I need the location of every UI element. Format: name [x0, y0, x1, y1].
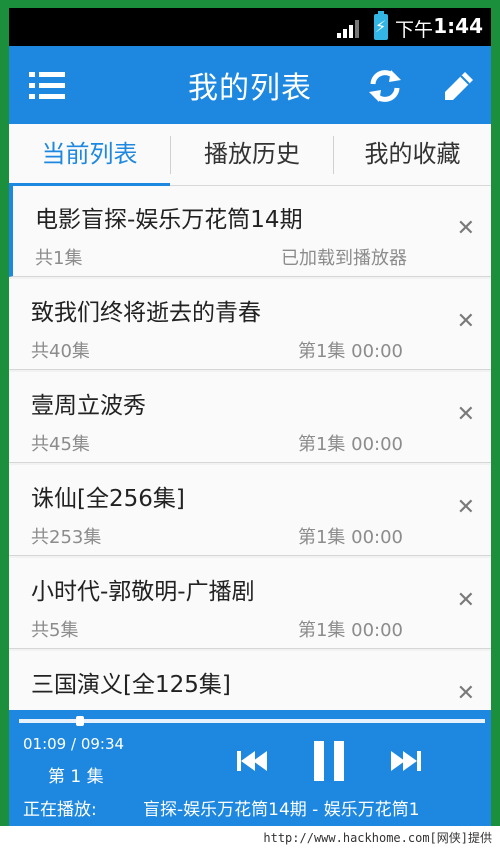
mini-player: 01:09 / 09:34 第 1 集 正在播放: 盲探-娱乐万花筒14期 - … — [9, 710, 491, 826]
tab-current-list[interactable]: 当前列表 — [9, 124, 170, 186]
tab-bar: 当前列表 播放历史 我的收藏 — [9, 124, 491, 186]
page-title: 我的列表 — [188, 71, 312, 106]
item-episode-count: 共45集 — [31, 434, 90, 455]
item-title: 电影盲探-娱乐万花筒14期 — [35, 207, 303, 233]
delete-icon[interactable]: ✕ — [457, 216, 475, 241]
status-time: 1:44 — [433, 14, 483, 38]
battery-charging-icon: ⚡ — [374, 11, 388, 40]
tab-play-history[interactable]: 播放历史 — [171, 124, 333, 185]
refresh-icon[interactable] — [365, 66, 405, 106]
item-episode-count: 共1集 — [35, 248, 83, 269]
current-episode: 第 1 集 — [48, 767, 104, 787]
delete-icon[interactable]: ✕ — [457, 495, 475, 520]
item-title: 小时代-郭敬明-广播剧 — [31, 579, 255, 605]
item-title: 致我们终将逝去的青春 — [31, 300, 261, 326]
phone-screen: ⚡ 下午 1:44 我的列表 当前列表 播放历史 我的收藏 电影盲探-娱乐万花筒… — [9, 8, 491, 826]
item-status: 第1集 00:00 — [297, 434, 403, 455]
now-playing-title: 盲探-娱乐万花筒14期 - 娱乐万花筒1 — [143, 800, 420, 820]
delete-icon[interactable]: ✕ — [457, 681, 475, 706]
delete-icon[interactable]: ✕ — [457, 402, 475, 427]
next-icon[interactable] — [389, 748, 421, 774]
delete-icon[interactable]: ✕ — [457, 588, 475, 613]
signal-icon — [337, 20, 359, 38]
item-episode-count: 共253集 — [31, 527, 102, 548]
item-status: 第1集 00:00 — [297, 527, 403, 548]
item-title: 诛仙[全256集] — [31, 486, 185, 512]
pause-icon[interactable] — [312, 741, 346, 781]
status-period: 下午 — [394, 19, 433, 41]
list-item[interactable]: 电影盲探-娱乐万花筒14期 共1集 已加载到播放器 ✕ — [9, 186, 491, 277]
previous-icon[interactable] — [237, 748, 269, 774]
list-item[interactable]: 致我们终将逝去的青春 共40集 第1集 00:00 ✕ — [9, 279, 491, 370]
app-header: 我的列表 — [9, 46, 491, 124]
list-item[interactable]: 诛仙[全256集] 共253集 第1集 00:00 ✕ — [9, 465, 491, 556]
tab-favorites[interactable]: 我的收藏 — [334, 124, 491, 185]
delete-icon[interactable]: ✕ — [457, 309, 475, 334]
watermark-text: http://www.hackhome.com[网侠]提供 — [0, 826, 500, 851]
item-episode-count: 共5集 — [31, 620, 79, 641]
item-title: 壹周立波秀 — [31, 393, 146, 419]
item-title: 三国演义[全125集] — [31, 672, 231, 698]
item-episode-count: 共40集 — [31, 341, 90, 362]
list-item[interactable]: 壹周立波秀 共45集 第1集 00:00 ✕ — [9, 372, 491, 463]
seek-thumb[interactable] — [75, 716, 84, 726]
seek-bar[interactable] — [19, 716, 485, 726]
now-playing-label: 正在播放: — [23, 800, 97, 820]
item-status: 已加载到播放器 — [281, 248, 407, 269]
item-status: 第1集 00:00 — [297, 620, 403, 641]
playback-time: 01:09 / 09:34 — [23, 735, 125, 753]
list-item[interactable]: 小时代-郭敬明-广播剧 共5集 第1集 00:00 ✕ — [9, 558, 491, 649]
status-bar: ⚡ 下午 1:44 — [9, 8, 491, 46]
item-status: 第1集 00:00 — [297, 341, 403, 362]
edit-icon[interactable] — [439, 66, 479, 106]
